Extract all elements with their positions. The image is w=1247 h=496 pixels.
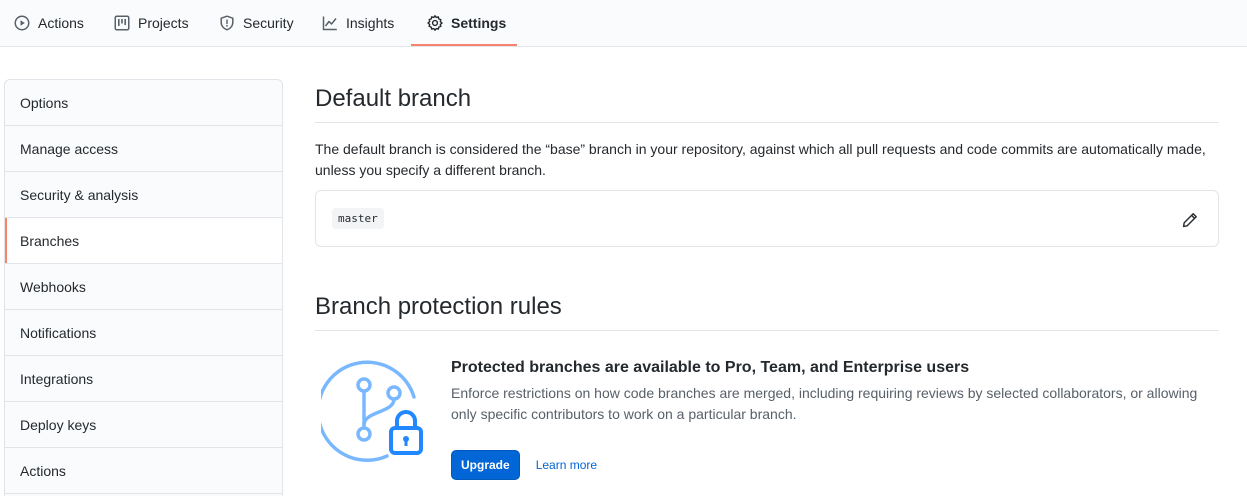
tab-security[interactable]: Security [219, 0, 294, 46]
tab-label: Actions [38, 15, 84, 31]
pencil-icon[interactable] [1182, 212, 1198, 228]
shield-icon [220, 15, 234, 31]
sidebar-item-label: Actions [20, 462, 66, 479]
default-branch-box: master [315, 190, 1219, 247]
branch-lock-icon [321, 360, 423, 462]
upsell-text: Protected branches are available to Pro,… [451, 359, 1211, 425]
sidebar-item-options[interactable]: Options [5, 80, 282, 126]
repo-tab-bar: Actions Projects Security Insights Setti… [0, 0, 1247, 47]
upsell-actions: Upgrade Learn more [451, 450, 597, 480]
sidebar-item-label: Notifications [20, 324, 97, 341]
sidebar-item-label: Integrations [20, 370, 94, 387]
sidebar-item-integrations[interactable]: Integrations [5, 356, 282, 402]
sidebar-item-branches[interactable]: Branches [5, 218, 282, 264]
tab-projects[interactable]: Projects [114, 0, 189, 46]
tab-settings[interactable]: Settings [427, 0, 506, 46]
tab-label: Settings [451, 15, 507, 31]
sidebar-item-notifications[interactable]: Notifications [5, 310, 282, 356]
tab-insights[interactable]: Insights [322, 0, 394, 46]
sidebar-item-security-analysis[interactable]: Security & analysis [5, 172, 282, 218]
default-branch-name: master [332, 208, 384, 229]
sidebar-item-deploy-keys[interactable]: Deploy keys [5, 402, 282, 448]
settings-sidebar: Options Manage access Security & analysi… [4, 79, 283, 496]
upsell-heading: Protected branches are available to Pro,… [451, 359, 970, 376]
sidebar-item-label: Manage access [20, 140, 119, 157]
tab-label: Projects [138, 15, 189, 31]
gear-icon [427, 15, 443, 31]
protection-upsell: Protected branches are available to Pro,… [315, 349, 1219, 489]
settings-main: Default branch The default branch is con… [315, 79, 1219, 489]
sidebar-item-webhooks[interactable]: Webhooks [5, 264, 282, 310]
sidebar-item-actions[interactable]: Actions [5, 448, 282, 494]
learn-more-link[interactable]: Learn more [536, 458, 597, 472]
tab-label: Security [243, 15, 294, 31]
sidebar-item-manage-access[interactable]: Manage access [5, 126, 282, 172]
sidebar-item-label: Options [20, 94, 69, 111]
active-tab-indicator [411, 44, 517, 46]
sidebar-item-label: Webhooks [20, 278, 86, 295]
sidebar-item-label: Security & analysis [20, 186, 139, 203]
sidebar-item-label: Deploy keys [20, 416, 97, 433]
tab-actions[interactable]: Actions [14, 0, 84, 46]
graph-icon [322, 16, 337, 31]
upgrade-button[interactable]: Upgrade [451, 450, 520, 480]
sidebar-item-label: Branches [20, 232, 80, 249]
branch-protection-title: Branch protection rules [315, 287, 1219, 331]
default-branch-title: Default branch [315, 79, 1219, 123]
tab-label: Insights [346, 15, 395, 31]
project-board-icon [114, 15, 130, 31]
upsell-body: Enforce restrictions on how code branche… [451, 385, 1198, 422]
default-branch-description: The default branch is considered the “ba… [315, 141, 1206, 178]
play-circle-icon [14, 15, 30, 31]
